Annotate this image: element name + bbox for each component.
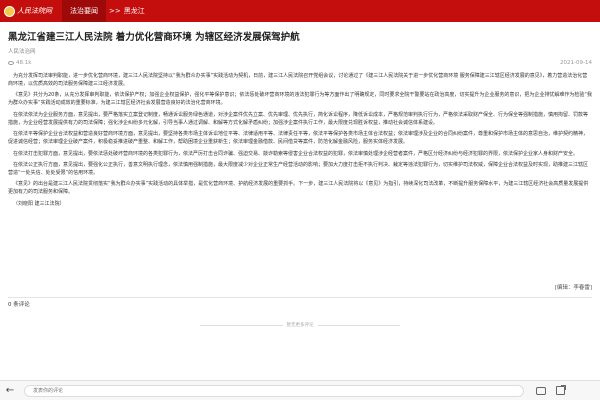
paragraph: 《意见》共分为20条，从充分发挥审判职能，依法保护产权；加强企业权益保护，强化平…	[8, 92, 592, 107]
comments-heading: 0 条评论	[8, 302, 30, 308]
comment-icon[interactable]	[536, 386, 546, 395]
nav-item-location[interactable]: 黑龙江	[124, 6, 145, 16]
breadcrumb: 法治要闻 >> 黑龙江	[62, 0, 145, 22]
logo-text: 人民法院网	[17, 7, 52, 15]
bottom-bar: ←	[0, 380, 600, 400]
article-source: 人民法治网	[8, 49, 36, 55]
site-logo[interactable]: 人民法院网	[0, 0, 62, 22]
bottom-actions	[536, 385, 566, 395]
article-title: 黑龙江省建三江人民法院 着力优化营商环境 为辖区经济发展保驾护航	[8, 32, 300, 43]
view-count-value: 48.1k	[16, 60, 32, 66]
paragraph: 《意见》的出台是建三江人民法院贯彻落实“我为群众办实事”实践活动的具体举措，是优…	[8, 181, 589, 196]
breadcrumb-separator: >>	[109, 7, 121, 15]
no-comments-notice: 暂无更多评论	[200, 322, 400, 328]
paragraph: 在依法依法为企业服务方面，意见提出，要严格落实立案登记制度，畅通诉讼服务绿色通道…	[8, 111, 589, 126]
divider-line	[317, 324, 400, 326]
eye-icon	[8, 61, 14, 65]
paragraph: 在依法公正执行方面，意见提出，要强化公正执行，善意文明执行理念，依法慎用强制措施…	[8, 161, 589, 176]
nav-item-current[interactable]: 法治要闻	[62, 0, 106, 22]
editor-credit: [编辑：李春雷]	[554, 285, 592, 291]
court-emblem-icon	[4, 5, 15, 17]
paragraph: 为充分发挥司法审判职能，进一步优化营商环境，建三江人民法院坚持以“我为群众办实事…	[8, 73, 588, 87]
article-meta: 48.1k 2021-09-14	[8, 60, 592, 66]
view-count: 48.1k	[8, 60, 31, 66]
article-date: 2021-09-14	[560, 60, 592, 66]
paragraph: 在依法打击犯罪方面，意见提出，要依法惩处破坏营商环境的各类犯罪行为，依法严厉打击…	[13, 150, 579, 157]
share-icon[interactable]	[556, 385, 566, 395]
comment-input[interactable]	[24, 384, 524, 397]
article-author: （刘晓阳 建三江法院）	[13, 200, 65, 207]
divider	[8, 297, 592, 298]
divider-line	[200, 324, 283, 326]
paragraph: 在依法平等保护企业合法权益和营造良好营商环境方面，意见提出，要坚持各类市场主体诉…	[8, 131, 589, 146]
article-body: 为充分发挥司法审判职能，进一步优化营商环境，建三江人民法院坚持以“我为群众办实事…	[8, 72, 592, 211]
no-comments-text: 暂无更多评论	[286, 323, 314, 328]
back-arrow-icon[interactable]: ←	[0, 381, 20, 400]
top-bar: 人民法院网 法治要闻 >> 黑龙江	[0, 0, 600, 22]
